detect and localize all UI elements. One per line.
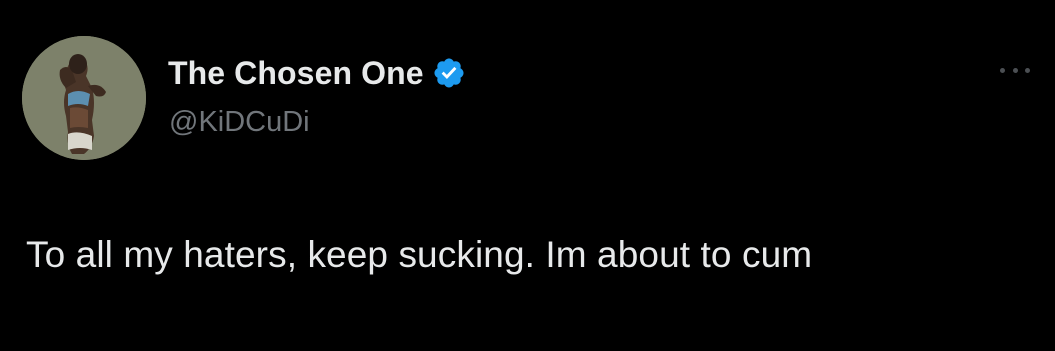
avatar[interactable] <box>22 36 146 160</box>
more-dot <box>1000 67 1005 73</box>
more-dot <box>1025 67 1030 73</box>
verified-badge-icon <box>432 56 466 90</box>
author-handle[interactable]: @KiDCuDi <box>169 106 310 139</box>
author-name-row: The Chosen One <box>168 51 466 95</box>
tweet-text: To all my haters, keep sucking. Im about… <box>26 234 813 275</box>
more-dot <box>1012 67 1018 73</box>
display-name[interactable]: The Chosen One <box>168 55 424 92</box>
more-options-icon[interactable] <box>1000 60 1030 80</box>
avatar-photo <box>22 36 146 160</box>
tweet-card[interactable]: The Chosen One @KiDCuDi To all my haters… <box>0 0 1055 351</box>
